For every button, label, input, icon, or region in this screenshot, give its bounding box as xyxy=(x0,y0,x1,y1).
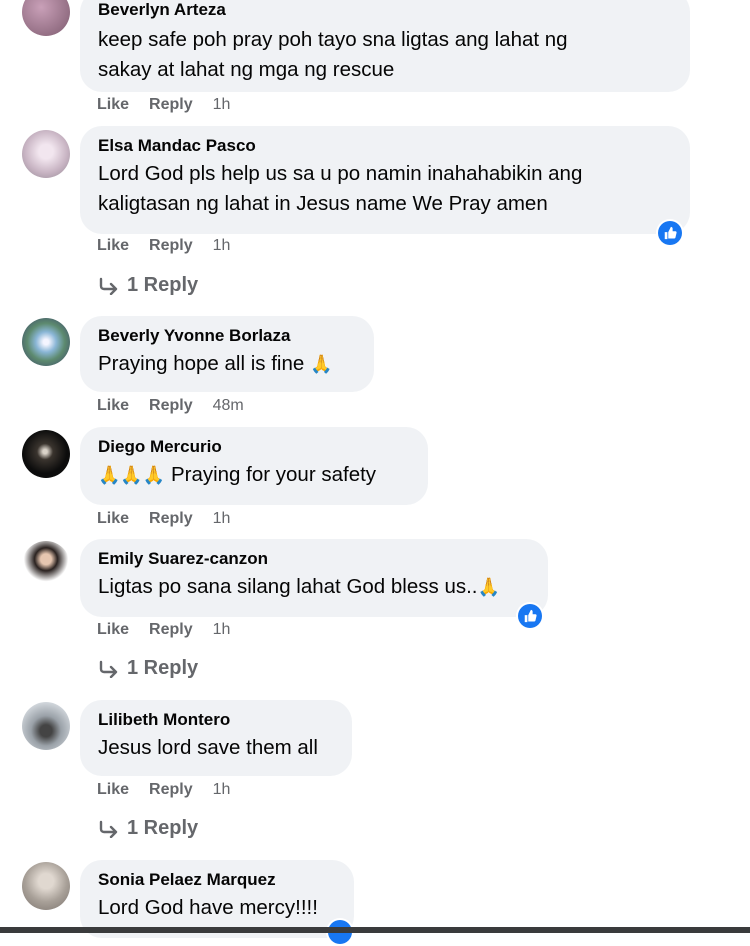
comment-author[interactable]: Sonia Pelaez Marquez xyxy=(98,870,336,890)
reply-arrow-icon xyxy=(99,277,118,295)
view-replies-link[interactable]: 1 Reply xyxy=(97,657,198,680)
comment-author[interactable]: Beverlyn Arteza xyxy=(98,0,672,20)
comment-author[interactable]: Diego Mercurio xyxy=(98,437,410,457)
comment-text-content: Praying for your safety xyxy=(170,463,377,486)
comment-author[interactable]: Lilibeth Montero xyxy=(98,710,334,730)
comment-bubble: Lilibeth Montero Jesus lord save them al… xyxy=(80,700,352,776)
reply-button[interactable]: Reply xyxy=(149,237,193,255)
comment-bubble: Emily Suarez-canzon Ligtas po sana silan… xyxy=(80,539,548,617)
avatar[interactable] xyxy=(22,702,70,750)
reply-button[interactable]: Reply xyxy=(149,781,193,799)
comment-text-content: Praying hope all is fine xyxy=(98,352,305,375)
like-button[interactable]: Like xyxy=(97,397,129,415)
avatar[interactable] xyxy=(22,862,70,910)
avatar[interactable] xyxy=(22,541,70,589)
like-button[interactable]: Like xyxy=(97,510,129,528)
comment-text: Praying hope all is fine 🙏 xyxy=(98,349,356,379)
replies-count: 1 Reply xyxy=(127,274,199,296)
replies-count: 1 Reply xyxy=(127,657,199,679)
like-reaction-badge[interactable] xyxy=(516,602,544,630)
like-button[interactable]: Like xyxy=(97,621,129,639)
praying-hands-icon: 🙏 xyxy=(309,354,333,374)
avatar[interactable] xyxy=(22,0,70,36)
comment-text: Lord God pls help us sa u po namin inaha… xyxy=(98,159,672,219)
comment-text: 🙏🙏🙏 Praying for your safety xyxy=(98,460,410,490)
like-button[interactable]: Like xyxy=(97,781,129,799)
comment-text-line: kaligtasan ng lahat in Jesus name We Pra… xyxy=(98,192,548,215)
reply-arrow-icon xyxy=(99,820,118,838)
reply-button[interactable]: Reply xyxy=(149,510,193,528)
comment-text-content: Ligtas po sana silang lahat God bless us… xyxy=(98,575,478,598)
view-replies-link[interactable]: 1 Reply xyxy=(97,817,198,840)
comment-timestamp[interactable]: 1h xyxy=(213,621,231,639)
comment-text-line: keep safe poh pray poh tayo sna ligtas a… xyxy=(98,28,568,51)
comment-text-line: Lord God pls help us sa u po namin inaha… xyxy=(98,162,583,185)
comment-timestamp[interactable]: 1h xyxy=(213,237,231,255)
like-button[interactable]: Like xyxy=(97,237,129,255)
comment-text: Lord God have mercy!!!! xyxy=(98,893,336,923)
comment-text-line: sakay at lahat ng mga ng rescue xyxy=(98,58,395,81)
praying-hands-icon: 🙏🙏🙏 xyxy=(98,465,166,485)
comment-bubble: Elsa Mandac Pasco Lord God pls help us s… xyxy=(80,126,690,234)
thumbs-up-icon xyxy=(518,604,542,628)
reply-arrow-icon xyxy=(99,660,118,678)
comment-actions: Like Reply 1h xyxy=(97,781,230,799)
comment-timestamp[interactable]: 1h xyxy=(213,96,231,114)
comment-actions: Like Reply 1h xyxy=(97,621,230,639)
praying-hands-icon: 🙏 xyxy=(477,577,500,597)
replies-count: 1 Reply xyxy=(127,817,199,839)
comment-text: keep safe poh pray poh tayo sna ligtas a… xyxy=(98,25,672,85)
comment-author[interactable]: Beverly Yvonne Borlaza xyxy=(98,326,356,346)
comment-author[interactable]: Elsa Mandac Pasco xyxy=(98,136,672,156)
comment-text: Jesus lord save them all xyxy=(98,733,334,763)
comment-timestamp[interactable]: 1h xyxy=(213,781,231,799)
comment-bubble: Beverlyn Arteza keep safe poh pray poh t… xyxy=(80,0,690,92)
reply-button[interactable]: Reply xyxy=(149,96,193,114)
comment-text-content: Jesus lord save them all xyxy=(98,736,318,759)
comment-author[interactable]: Emily Suarez-canzon xyxy=(98,549,530,569)
thumbs-up-icon xyxy=(658,221,682,245)
like-reaction-badge[interactable] xyxy=(656,219,684,247)
view-replies-link[interactable]: 1 Reply xyxy=(97,274,198,297)
comment-actions: Like Reply 48m xyxy=(97,397,244,415)
reply-button[interactable]: Reply xyxy=(149,621,193,639)
reply-button[interactable]: Reply xyxy=(149,397,193,415)
comment-text-content: Lord God have mercy!!!! xyxy=(98,896,318,919)
comment-actions: Like Reply 1h xyxy=(97,96,230,114)
avatar[interactable] xyxy=(22,130,70,178)
comment-actions: Like Reply 1h xyxy=(97,237,230,255)
like-button[interactable]: Like xyxy=(97,96,129,114)
comment-bubble: Diego Mercurio 🙏🙏🙏 Praying for your safe… xyxy=(80,427,428,505)
comment-text: Ligtas po sana silang lahat God bless us… xyxy=(98,572,530,602)
bottom-edge-bar xyxy=(0,927,750,933)
avatar[interactable] xyxy=(22,318,70,366)
comment-timestamp[interactable]: 48m xyxy=(213,397,244,415)
comment-bubble: Beverly Yvonne Borlaza Praying hope all … xyxy=(80,316,374,392)
avatar[interactable] xyxy=(22,430,70,478)
comment-actions: Like Reply 1h xyxy=(97,510,230,528)
comment-timestamp[interactable]: 1h xyxy=(213,510,231,528)
